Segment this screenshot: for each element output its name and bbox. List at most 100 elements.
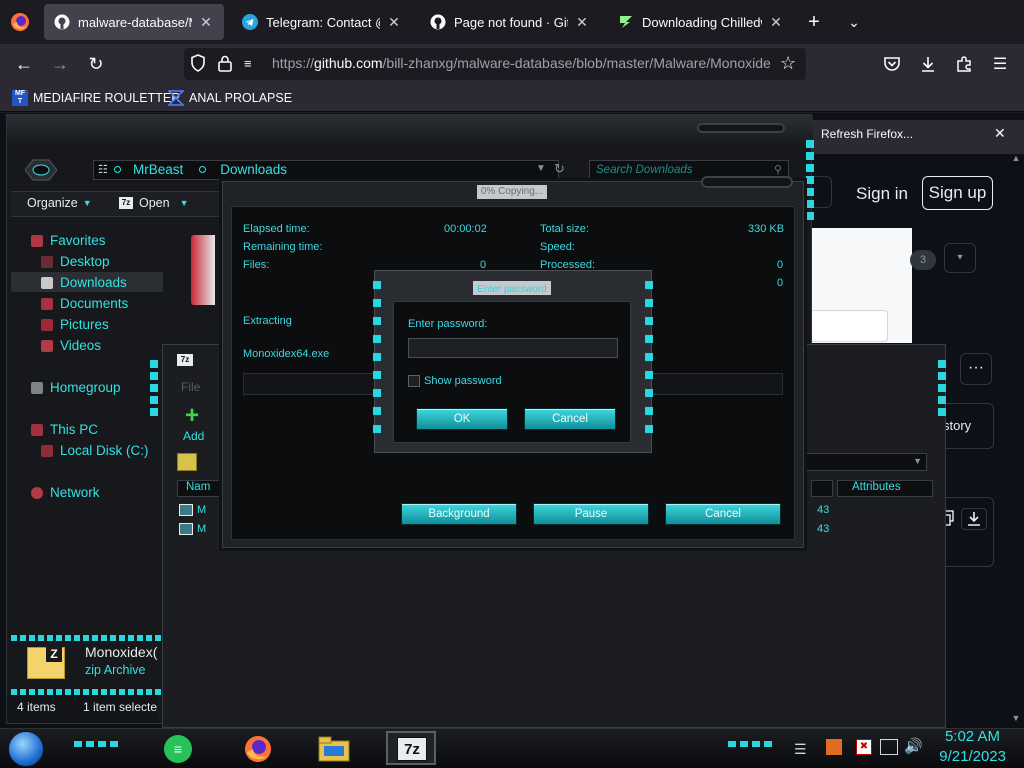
popup-input[interactable] [810, 310, 888, 342]
back-orb-icon[interactable] [24, 159, 58, 181]
dialog-title-text: 0% Copying... [480, 186, 544, 197]
up-folder-icon[interactable] [177, 453, 197, 471]
tab-malware-database[interactable]: malware-database/Malw ✕ [44, 4, 224, 40]
start-orb-icon[interactable] [8, 731, 44, 767]
network-icon[interactable] [880, 739, 898, 755]
firefox-icon[interactable] [240, 732, 276, 766]
nav-network[interactable]: Network [31, 485, 100, 500]
plus-icon: + [185, 402, 200, 429]
dialog-top-ornament [701, 176, 793, 188]
nav-local-disk[interactable]: Local Disk (C:) [41, 443, 149, 458]
notes-app-icon[interactable]: ≡ [160, 732, 196, 766]
mediafire-icon: MF T [12, 90, 28, 106]
url-text[interactable]: https://github.com/bill-zhanxg/malware-d… [272, 55, 782, 75]
explorer-frame-ornament [697, 123, 785, 133]
password-input[interactable] [408, 338, 618, 358]
file-explorer-icon[interactable] [316, 732, 352, 766]
pause-button[interactable]: Pause [533, 503, 649, 525]
permissions-icon[interactable]: ≡ [244, 56, 264, 72]
nav-downloads[interactable]: Downloads [41, 275, 127, 290]
file-row[interactable]: M [179, 503, 219, 517]
action-center-icon[interactable]: ✖ [856, 739, 872, 755]
pw-frame-right [645, 281, 653, 441]
page-scrollbar[interactable]: ▲ ▼ [1010, 153, 1022, 723]
nav-desktop[interactable]: Desktop [41, 254, 110, 269]
column-header-extra[interactable] [811, 480, 833, 497]
reload-icon[interactable]: ↻ [82, 50, 110, 78]
nav-this-pc[interactable]: This PC [31, 422, 98, 437]
path-combo[interactable]: ▼ [803, 453, 927, 471]
nav-homegroup[interactable]: Homegroup [31, 380, 121, 395]
open-button[interactable]: 7z Open ▼ [119, 196, 189, 210]
bookmark-second[interactable]: ANAL PROLAPSE [167, 88, 292, 108]
clock-date[interactable]: 9/21/2023 [920, 748, 1006, 765]
tray-menu-icon[interactable]: ☰ [794, 741, 807, 758]
file-row[interactable]: M [179, 522, 219, 536]
download-icon[interactable] [961, 508, 987, 530]
ok-button[interactable]: OK [416, 408, 508, 430]
breadcrumb-item[interactable]: MrBeast [133, 162, 183, 177]
show-password-checkbox[interactable] [408, 375, 420, 387]
hamburger-menu-icon[interactable]: ☰ [986, 50, 1014, 78]
chevron-down-icon[interactable]: ▾ [944, 243, 976, 273]
close-icon[interactable]: ✕ [198, 14, 214, 31]
nav-label: Network [50, 485, 100, 500]
column-header-attributes[interactable]: Attributes [837, 480, 933, 497]
new-tab-button[interactable]: + [802, 8, 826, 36]
search-icon[interactable]: ⚲ [774, 163, 782, 176]
bookmark-mediafire[interactable]: MF T MEDIAFIRE ROULETTER [12, 88, 180, 108]
breadcrumb: MrBeast Downloads [114, 162, 287, 177]
firefox-menu-icon[interactable] [10, 12, 30, 32]
nav-documents[interactable]: Documents [41, 296, 128, 311]
pocket-icon[interactable] [878, 50, 906, 78]
close-icon[interactable]: ✕ [574, 14, 590, 31]
chevron-down-icon[interactable]: ⌄ [842, 10, 866, 34]
url-scheme: https:// [272, 55, 315, 71]
back-arrow-icon[interactable]: ← [10, 50, 38, 78]
chevron-down-icon[interactable]: ▼ [536, 163, 546, 174]
address-bar[interactable]: ☷ MrBeast Downloads ▼ ↻ [93, 160, 565, 180]
close-icon[interactable]: ✕ [386, 14, 402, 31]
nav-pictures[interactable]: Pictures [41, 317, 109, 332]
tab-telegram[interactable]: Telegram: Contact @ma ✕ [232, 4, 412, 40]
cancel-button[interactable]: Cancel [665, 503, 781, 525]
organize-button[interactable]: Organize ▼ [27, 196, 92, 210]
sign-in-link[interactable]: Sign in [856, 184, 908, 204]
sign-up-button[interactable]: Sign up [922, 176, 993, 210]
videos-icon [41, 339, 53, 352]
clock-time[interactable]: 5:02 AM [920, 728, 1000, 745]
password-cancel-button[interactable]: Cancel [524, 408, 616, 430]
dialog-title-text: Enter password [477, 284, 547, 295]
taskbar-ornament-right [728, 741, 772, 747]
nav-videos[interactable]: Videos [41, 338, 101, 353]
close-icon[interactable]: ✕ [994, 125, 1006, 142]
menu-file[interactable]: File [181, 380, 200, 394]
7zip-icon[interactable]: 7z [394, 732, 430, 766]
tab-downloading[interactable]: Downloading Chilledwin ✕ [608, 4, 794, 40]
tray-app-icon[interactable] [826, 739, 842, 755]
refresh-firefox-button[interactable]: Refresh Firefox... [816, 127, 918, 141]
ok-label: OK [453, 413, 471, 425]
url-bar[interactable]: ≡ https://github.com/bill-zhanxg/malware… [184, 48, 806, 80]
downloads-icon[interactable] [914, 50, 942, 78]
close-icon[interactable]: ✕ [768, 14, 784, 31]
file-thumbnail[interactable] [191, 235, 215, 305]
refresh-icon[interactable]: ↻ [554, 161, 565, 177]
background-button[interactable]: Background [401, 503, 517, 525]
7zip-title-icon: 7z [177, 354, 193, 366]
lock-icon[interactable] [218, 55, 234, 73]
shield-icon[interactable] [190, 54, 208, 74]
column-header-name[interactable]: Nam [177, 480, 221, 497]
tab-page-not-found[interactable]: Page not found · GitHub ✕ [420, 4, 600, 40]
more-options-button[interactable]: ··· [960, 353, 992, 385]
breadcrumb-dot-icon [114, 166, 121, 173]
network-icon [31, 486, 43, 499]
extensions-icon[interactable] [950, 50, 978, 78]
nav-favorites[interactable]: Favorites [31, 233, 106, 248]
organize-label: Organize [27, 196, 78, 210]
add-button[interactable]: + Add [181, 402, 209, 445]
bookmark-star-icon[interactable]: ☆ [780, 53, 796, 74]
breadcrumb-item[interactable]: Downloads [220, 162, 287, 177]
password-panel: Enter password: Show password OK Cancel [393, 301, 631, 443]
forward-arrow-icon[interactable]: → [46, 50, 74, 78]
